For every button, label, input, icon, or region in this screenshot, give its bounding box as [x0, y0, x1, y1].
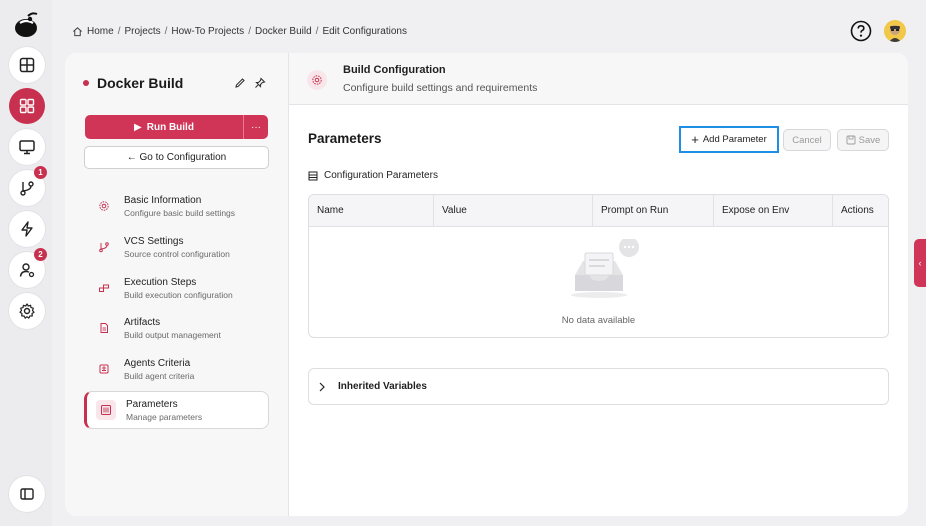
status-dot	[83, 80, 89, 86]
breadcrumb: Home / Projects / How-To Projects / Dock…	[72, 23, 407, 39]
breadcrumb-docker-build[interactable]: Docker Build	[255, 26, 312, 37]
pin-icon[interactable]	[254, 77, 266, 89]
cancel-button[interactable]: Cancel	[783, 129, 831, 151]
configuration-parameters-label: Configuration Parameters	[324, 170, 438, 181]
empty-message: No data available	[561, 315, 636, 326]
nav-item-agents-criteria[interactable]: Agents Criteria Build agent criteria	[85, 350, 269, 388]
file-icon	[94, 318, 114, 338]
column-header[interactable]: Value	[434, 195, 593, 226]
breadcrumb-current: Edit Configurations	[322, 25, 407, 37]
chevron-left-icon: ‹	[918, 258, 922, 268]
help-icon[interactable]	[850, 20, 872, 42]
nav-label: Basic Information	[124, 194, 202, 206]
column-header[interactable]: Expose on Env	[714, 195, 833, 226]
plus-icon: +	[691, 131, 699, 147]
edit-icon[interactable]	[234, 77, 246, 89]
monitor-icon[interactable]	[9, 129, 45, 165]
column-header[interactable]: Name	[309, 195, 434, 226]
notification-badge: 1	[34, 166, 47, 179]
save-button[interactable]: Save	[837, 129, 889, 151]
add-parameter-label: Add Parameter	[702, 134, 767, 145]
side-panel-toggle[interactable]: ‹	[914, 239, 926, 287]
notification-badge: 2	[34, 248, 47, 261]
nav-description: Configure basic build settings	[124, 207, 236, 218]
dashboard-icon[interactable]	[9, 47, 45, 83]
go-to-configuration-label: ← Go to Configuration	[126, 152, 227, 163]
grid-icon[interactable]	[9, 88, 45, 124]
gear-icon	[307, 70, 327, 90]
empty-state: No data available	[309, 227, 888, 337]
branch-icon	[94, 237, 114, 257]
breadcrumb-separator: /	[315, 25, 319, 37]
page-title: Parameters	[308, 131, 382, 146]
nav-label: Execution Steps	[124, 276, 197, 288]
branch-icon[interactable]: 1	[9, 166, 47, 206]
nav-description: Build output management	[124, 329, 221, 340]
project-header: Docker Build	[83, 75, 183, 91]
nav-item-vcs-settings[interactable]: VCS Settings Source control configuratio…	[85, 228, 269, 266]
config-title: Build Configuration	[343, 64, 446, 76]
column-header: Actions	[841, 205, 874, 216]
config-sidebar: Docker Build ▶ Run Build ··· ← Go to Con…	[65, 53, 289, 516]
parameters-table: Name Value Prompt on Run Expose on Env A…	[308, 194, 889, 338]
avatar[interactable]	[884, 20, 906, 42]
breadcrumb-separator: /	[248, 25, 251, 37]
breadcrumb-separator: /	[117, 25, 121, 37]
left-rail: 1 2	[0, 0, 52, 526]
breadcrumb-separator: /	[164, 25, 168, 37]
configuration-parameters-heading: Configuration Parameters	[308, 170, 438, 181]
nav-label: Parameters	[126, 398, 178, 410]
inherited-variables-label: Inherited Variables	[338, 381, 427, 392]
nav-description: Manage parameters	[126, 411, 203, 422]
nav-label: Artifacts	[124, 316, 161, 328]
run-build-group: ▶ Run Build ···	[85, 115, 268, 139]
go-to-configuration-button[interactable]: ← Go to Configuration	[84, 146, 269, 169]
play-icon: ▶	[134, 121, 142, 133]
run-build-label: Run Build	[146, 121, 194, 133]
breadcrumb-how-to-projects[interactable]: How-To Projects	[171, 26, 244, 37]
column-header[interactable]: Prompt on Run	[593, 195, 714, 226]
nav-item-basic-information[interactable]: Basic Information Configure basic build …	[85, 187, 269, 225]
nav-item-execution-steps[interactable]: Execution Steps Build execution configur…	[85, 269, 269, 307]
sliders-icon	[96, 400, 116, 420]
build-configuration-header: Build Configuration Configure build sett…	[289, 53, 908, 105]
gear-icon[interactable]	[9, 293, 45, 329]
list-icon	[308, 171, 318, 180]
more-options-button[interactable]: ···	[244, 115, 268, 139]
nav-label: Agents Criteria	[124, 357, 191, 369]
breadcrumb-projects[interactable]: Projects	[124, 26, 160, 37]
run-build-button[interactable]: ▶ Run Build	[85, 115, 244, 139]
nav-description: Build execution configuration	[124, 289, 233, 300]
user-settings-icon[interactable]: 2	[9, 248, 47, 288]
nav-description: Source control configuration	[124, 248, 230, 259]
breadcrumb-home[interactable]: Home	[87, 26, 114, 37]
nav-item-artifacts[interactable]: Artifacts Build output management	[85, 309, 269, 347]
chevron-right-icon	[319, 382, 325, 391]
main-card: Docker Build ▶ Run Build ··· ← Go to Con…	[65, 53, 908, 516]
save-icon	[846, 135, 856, 145]
home-icon	[73, 26, 82, 36]
bolt-icon[interactable]	[9, 211, 45, 247]
sidebar-toggle-icon[interactable]	[9, 476, 45, 512]
table-header: Name Value Prompt on Run Expose on Env A…	[309, 195, 888, 227]
app-logo[interactable]	[11, 10, 41, 40]
config-subtitle: Configure build settings and requirement…	[343, 82, 538, 94]
empty-inbox-icon	[571, 239, 639, 298]
steps-icon	[94, 278, 114, 298]
nav-item-parameters[interactable]: Parameters Manage parameters	[84, 391, 269, 429]
save-label: Save	[858, 134, 881, 146]
inherited-variables-accordion[interactable]: Inherited Variables	[308, 368, 889, 405]
add-parameter-button[interactable]: + Add Parameter	[679, 126, 779, 153]
agent-icon	[94, 359, 114, 379]
nav-label: VCS Settings	[124, 235, 184, 247]
nav-description: Build agent criteria	[124, 370, 195, 381]
gear-icon	[94, 196, 114, 216]
project-title: Docker Build	[97, 75, 184, 91]
